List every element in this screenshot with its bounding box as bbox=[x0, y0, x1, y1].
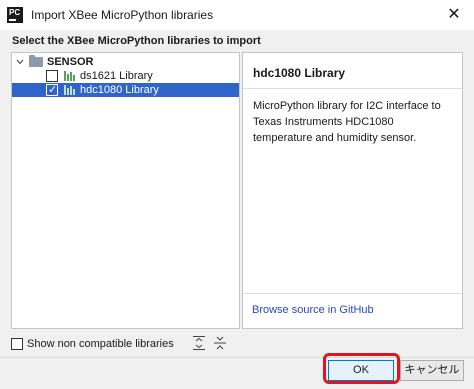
folder-icon bbox=[29, 55, 43, 67]
library-details-panel: hdc1080 Library MicroPython library for … bbox=[242, 52, 463, 329]
hdc1080-checkbox[interactable] bbox=[46, 83, 58, 97]
details-description: MicroPython library for I2C interface to… bbox=[253, 100, 441, 144]
app-icon-text: PC bbox=[9, 8, 21, 17]
tree-item-hdc1080[interactable]: hdc1080 Library bbox=[12, 83, 239, 97]
close-icon: ✕ bbox=[447, 6, 461, 23]
show-non-compatible-label: Show non compatible libraries bbox=[27, 338, 174, 350]
pycharm-app-icon: PC bbox=[7, 7, 23, 23]
expand-all-icon[interactable] bbox=[192, 335, 206, 351]
library-icon bbox=[64, 85, 77, 95]
close-button[interactable]: ✕ bbox=[434, 0, 474, 30]
title-bar: PC Import XBee MicroPython libraries ✕ bbox=[0, 0, 474, 30]
ds1621-label: ds1621 Library bbox=[80, 70, 153, 82]
ok-button[interactable]: OK bbox=[328, 360, 394, 381]
details-divider bbox=[243, 88, 462, 89]
cancel-button[interactable]: キャンセル bbox=[400, 360, 464, 381]
dialog-heading: Select the XBee MicroPython libraries to… bbox=[12, 35, 261, 47]
show-non-compatible-checkbox[interactable] bbox=[11, 338, 23, 350]
github-source-link[interactable]: Browse source in GitHub bbox=[252, 304, 374, 316]
tree-folder-sensor[interactable]: SENSOR bbox=[12, 55, 239, 69]
library-tree[interactable]: SENSOR ds1621 Library hdc1080 Library bbox=[11, 52, 240, 329]
footer-divider bbox=[0, 357, 474, 358]
chevron-down-icon[interactable] bbox=[16, 58, 24, 66]
folder-label: SENSOR bbox=[47, 56, 94, 68]
ds1621-checkbox[interactable] bbox=[46, 70, 58, 82]
tree-item-ds1621[interactable]: ds1621 Library bbox=[12, 69, 239, 83]
collapse-all-icon[interactable] bbox=[213, 335, 227, 351]
details-divider bbox=[243, 293, 462, 294]
hdc1080-label: hdc1080 Library bbox=[80, 84, 159, 96]
library-icon bbox=[64, 71, 77, 81]
details-title: hdc1080 Library bbox=[253, 66, 346, 80]
window-title: Import XBee MicroPython libraries bbox=[31, 8, 214, 22]
